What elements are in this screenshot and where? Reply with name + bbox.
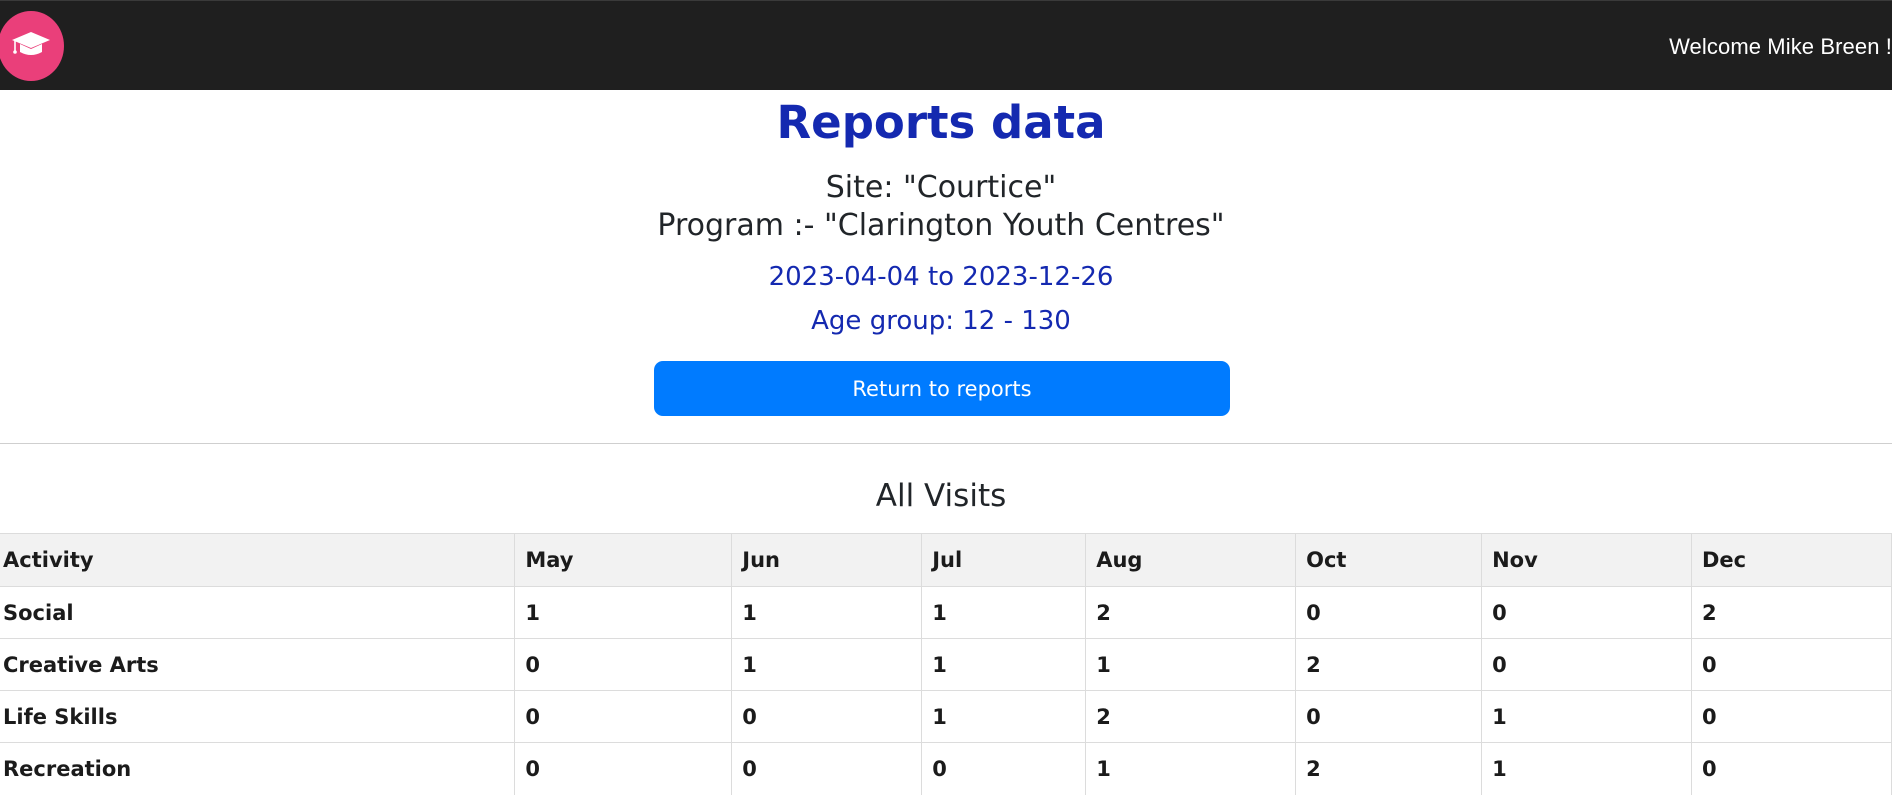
count-cell: 1 [514, 586, 733, 639]
page-title: Reports data [776, 96, 1106, 149]
count-cell: 0 [731, 742, 923, 795]
column-header[interactable]: Dec [1691, 533, 1892, 587]
table-row: Social 1 1 1 2 0 0 2 [0, 586, 1892, 639]
all-visits-title: All Visits [875, 478, 1007, 514]
count-cell: 0 [1481, 638, 1692, 691]
count-cell: 0 [731, 690, 923, 743]
count-cell: 0 [921, 742, 1087, 795]
column-header[interactable]: Aug [1085, 533, 1297, 587]
section-divider [0, 443, 1892, 444]
count-cell: 1 [1085, 742, 1297, 795]
site-label: Site: "Courtice" [825, 170, 1057, 205]
age-group-label: Age group: 12 - 130 [811, 306, 1071, 336]
app-logo[interactable] [0, 11, 64, 81]
count-cell: 1 [1481, 742, 1692, 795]
count-cell: 0 [514, 638, 733, 691]
table-header-row: Activity May Jun Jul Aug Oct Nov Dec [0, 533, 1892, 587]
count-cell: 1 [1085, 638, 1297, 691]
count-cell: 0 [514, 690, 733, 743]
count-cell: 2 [1295, 638, 1483, 691]
activity-cell: Creative Arts [0, 638, 516, 691]
activity-cell: Recreation [0, 742, 516, 795]
return-to-reports-button[interactable]: Return to reports [654, 361, 1230, 416]
count-cell: 1 [731, 638, 923, 691]
top-navbar: Welcome Mike Breen ! [0, 0, 1892, 90]
graduation-cap-icon [11, 29, 51, 64]
activity-cell: Life Skills [0, 690, 516, 743]
count-cell: 1 [921, 690, 1087, 743]
table-row: Life Skills 0 0 1 2 0 1 0 [0, 690, 1892, 743]
count-cell: 2 [1691, 586, 1892, 639]
count-cell: 1 [731, 586, 923, 639]
count-cell: 1 [1481, 690, 1692, 743]
count-cell: 2 [1295, 742, 1483, 795]
count-cell: 2 [1085, 586, 1297, 639]
column-header[interactable]: May [514, 533, 733, 587]
count-cell: 0 [1295, 586, 1483, 639]
count-cell: 0 [1295, 690, 1483, 743]
count-cell: 1 [921, 586, 1087, 639]
program-label: Program :- "Clarington Youth Centres" [657, 208, 1225, 243]
welcome-message: Welcome Mike Breen ! [1669, 34, 1892, 59]
count-cell: 0 [1691, 690, 1892, 743]
column-header[interactable]: Activity [0, 533, 516, 587]
column-header[interactable]: Jul [921, 533, 1087, 587]
activity-cell: Social [0, 586, 516, 639]
date-range-label: 2023-04-04 to 2023-12-26 [768, 262, 1114, 292]
column-header[interactable]: Jun [731, 533, 923, 587]
count-cell: 1 [921, 638, 1087, 691]
count-cell: 0 [1691, 638, 1892, 691]
visits-table: Activity May Jun Jul Aug Oct Nov Dec Soc… [0, 533, 1892, 795]
count-cell: 0 [1481, 586, 1692, 639]
count-cell: 0 [1691, 742, 1892, 795]
column-header[interactable]: Nov [1481, 533, 1692, 587]
count-cell: 0 [514, 742, 733, 795]
table-row: Recreation 0 0 0 1 2 1 0 [0, 742, 1892, 795]
count-cell: 2 [1085, 690, 1297, 743]
table-row: Creative Arts 0 1 1 1 2 0 0 [0, 638, 1892, 691]
column-header[interactable]: Oct [1295, 533, 1483, 587]
